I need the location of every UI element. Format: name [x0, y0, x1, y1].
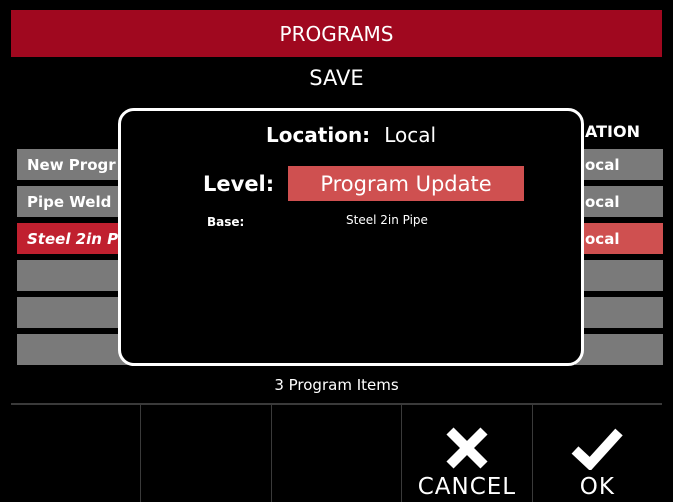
location-line: Location: Local	[121, 123, 581, 147]
program-row-empty[interactable]	[17, 297, 131, 328]
location-cell-empty[interactable]	[575, 297, 663, 328]
program-name-list: New Progr Pipe Weld Steel 2in P	[17, 149, 131, 371]
level-label: Level:	[203, 172, 275, 196]
softkey-1-button[interactable]	[11, 405, 140, 502]
program-row-empty[interactable]	[17, 334, 131, 365]
program-location-list: ocal ocal ocal	[575, 149, 663, 371]
save-dialog: Location: Local Level: Program Update Bas…	[118, 108, 584, 366]
close-icon	[446, 427, 488, 469]
program-row-empty[interactable]	[17, 260, 131, 291]
checkmark-icon	[571, 428, 624, 470]
base-label: Base:	[207, 215, 245, 229]
softkey-2-button[interactable]	[140, 405, 270, 502]
cancel-label: CANCEL	[417, 474, 517, 500]
softkey-3-button[interactable]	[270, 405, 401, 502]
location-cell-empty[interactable]	[575, 260, 663, 291]
location-cell[interactable]: ocal	[575, 186, 663, 217]
softkey-bar: CANCEL OK	[11, 403, 662, 502]
base-value: Steel 2in Pipe	[346, 213, 428, 227]
program-count: 3 Program Items	[274, 376, 399, 394]
location-cell[interactable]: ocal	[575, 149, 663, 180]
program-row-selected[interactable]: Steel 2in P	[17, 223, 131, 254]
page-title: PROGRAMS	[279, 21, 394, 46]
program-row[interactable]: Pipe Weld	[17, 186, 131, 217]
program-row[interactable]: New Progr	[17, 149, 131, 180]
screen-subtitle: SAVE	[309, 66, 364, 90]
location-label: Location:	[265, 123, 371, 147]
ok-button[interactable]: OK	[531, 405, 662, 502]
location-cell-selected[interactable]: ocal	[575, 223, 663, 254]
location-cell-empty[interactable]	[575, 334, 663, 365]
location-value[interactable]: Local	[384, 123, 436, 147]
location-column-header: ATION	[585, 122, 640, 141]
cancel-button[interactable]: CANCEL	[401, 405, 531, 502]
title-bar: PROGRAMS	[11, 10, 662, 57]
level-value[interactable]: Program Update	[288, 166, 524, 201]
ok-label: OK	[579, 474, 615, 500]
